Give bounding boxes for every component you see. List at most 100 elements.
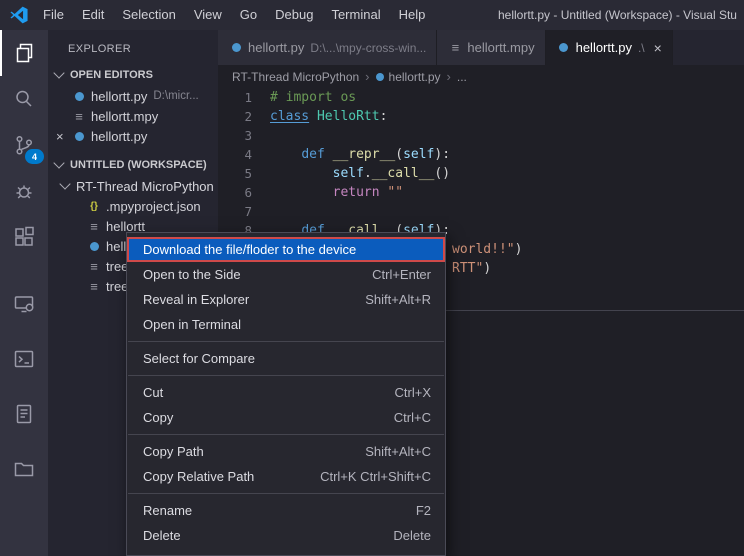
explorer-title: EXPLORER	[48, 30, 218, 64]
titlebar: FileEditSelectionViewGoDebugTerminalHelp…	[0, 0, 744, 30]
code-line: 6 return ""	[218, 183, 744, 202]
close-icon[interactable]: ×	[52, 129, 71, 144]
file-item-mpyproject-json[interactable]: {} .mpyproject.json	[48, 196, 218, 216]
open-editor-desc: D:\micr...	[153, 90, 198, 102]
activity-debug-button[interactable]	[0, 168, 48, 214]
open-editors-header[interactable]: OPEN EDITORS	[48, 64, 218, 86]
context-menu: Download the file/floder to the deviceOp…	[126, 232, 446, 556]
context-menu-item-cut[interactable]: CutCtrl+X	[127, 380, 445, 405]
extensions-icon	[12, 225, 36, 249]
code-text: # import os	[270, 88, 356, 107]
breadcrumb-item[interactable]: hellortt.py	[389, 70, 441, 84]
activity-device-button[interactable]	[0, 281, 48, 327]
line-number: 6	[218, 183, 252, 202]
json-file-icon: {}	[86, 201, 102, 212]
tab-label: hellortt.mpy	[467, 40, 534, 55]
line-number: 1	[218, 88, 252, 107]
files-icon	[13, 41, 37, 65]
code-text: def __repr__(self):	[270, 145, 450, 164]
line-number: 3	[218, 126, 252, 145]
code-text: return ""	[270, 183, 403, 202]
workspace-header[interactable]: UNTITLED (WORKSPACE)	[48, 154, 218, 176]
tab-hellortt-mpy-1[interactable]: ≡hellortt.mpy	[437, 30, 545, 65]
vscode-logo-icon	[10, 6, 28, 24]
menu-selection[interactable]: Selection	[113, 0, 184, 30]
breadcrumb-item[interactable]: ...	[457, 70, 467, 84]
chevron-right-icon: ›	[447, 69, 451, 84]
context-menu-item-reveal-in-explorer[interactable]: Reveal in ExplorerShift+Alt+R	[127, 287, 445, 312]
activity-explorer-button[interactable]	[0, 30, 48, 76]
breadcrumb-item[interactable]: RT-Thread MicroPython	[232, 70, 359, 84]
scm-badge: 4	[25, 149, 44, 164]
activity-extensions-button[interactable]	[0, 214, 48, 260]
python-file-icon	[556, 43, 572, 52]
open-editors-list: ×hellortt.pyD:\micr...×≡hellortt.mpy×hel…	[48, 86, 218, 146]
file-lines-icon: ≡	[71, 109, 87, 124]
code-line: 4 def __repr__(self):	[218, 145, 744, 164]
code-line: 7	[218, 202, 744, 221]
activity-search-button[interactable]	[0, 76, 48, 122]
debug-icon	[12, 179, 36, 203]
context-menu-item-select-for-compare[interactable]: Select for Compare	[127, 346, 445, 371]
context-menu-item-open-to-the-side[interactable]: Open to the SideCtrl+Enter	[127, 262, 445, 287]
python-file-icon	[228, 43, 244, 52]
menu-view[interactable]: View	[185, 0, 231, 30]
open-editor-item[interactable]: × hellortt.py	[48, 126, 218, 146]
code-line: 5 self.__call__()	[218, 164, 744, 183]
tab-label: hellortt.py	[248, 40, 304, 55]
file-name: .mpyproject.json	[106, 199, 201, 214]
python-file-icon	[71, 92, 87, 101]
window-title: hellortt.py - Untitled (Workspace) - Vis…	[498, 0, 737, 30]
menubar: FileEditSelectionViewGoDebugTerminalHelp	[34, 0, 434, 30]
activity-source-control-button[interactable]: 4	[0, 122, 48, 168]
shortcut-label: Shift+Alt+R	[365, 292, 431, 307]
menu-help[interactable]: Help	[390, 0, 435, 30]
context-menu-item-delete[interactable]: DeleteDelete	[127, 523, 445, 548]
context-menu-item-copy-relative-path[interactable]: Copy Relative PathCtrl+K Ctrl+Shift+C	[127, 464, 445, 489]
code-line: 1 # import os	[218, 88, 744, 107]
chevron-down-icon	[59, 178, 70, 189]
activity-folder-button[interactable]	[0, 446, 48, 492]
activity-terminal-button[interactable]	[0, 336, 48, 382]
open-editor-name: hellortt.py	[91, 129, 147, 144]
close-icon[interactable]: ×	[654, 40, 662, 56]
activity-bar: 4	[0, 30, 48, 556]
terminal-icon	[12, 347, 36, 371]
menu-debug[interactable]: Debug	[266, 0, 322, 30]
open-editor-item[interactable]: ×hellortt.pyD:\micr...	[48, 86, 218, 106]
folder-rt-thread-micropython[interactable]: RT-Thread MicroPython	[48, 176, 218, 196]
python-file-icon	[376, 73, 384, 81]
shortcut-label: Ctrl+Enter	[372, 267, 431, 282]
open-editor-item[interactable]: ×≡hellortt.mpy	[48, 106, 218, 126]
context-menu-item-copy-path[interactable]: Copy PathShift+Alt+C	[127, 439, 445, 464]
chevron-right-icon: ›	[365, 69, 369, 84]
tab-description: .\	[638, 41, 645, 55]
context-menu-item-rename[interactable]: RenameF2	[127, 498, 445, 523]
code-text: self.__call__()	[270, 164, 450, 183]
open-editor-name: hellortt.mpy	[91, 109, 158, 124]
tab-description: D:\...\mpy-cross-win...	[310, 41, 426, 55]
menu-separator	[128, 341, 444, 342]
context-menu-item-open-in-terminal[interactable]: Open in Terminal	[127, 312, 445, 337]
menu-separator	[128, 375, 444, 376]
line-number: 4	[218, 145, 252, 164]
menu-edit[interactable]: Edit	[73, 0, 113, 30]
context-menu-item-copy[interactable]: CopyCtrl+C	[127, 405, 445, 430]
menu-terminal[interactable]: Terminal	[322, 0, 389, 30]
breadcrumb: RT-Thread MicroPython › hellortt.py ›...	[218, 65, 744, 88]
menu-file[interactable]: File	[34, 0, 73, 30]
shortcut-label: Shift+Alt+C	[365, 444, 431, 459]
shortcut-label: Delete	[393, 528, 431, 543]
tab-hellortt-py-0[interactable]: hellortt.py D:\...\mpy-cross-win...	[218, 30, 437, 65]
output-document-icon	[12, 402, 36, 426]
file-lines-icon: ≡	[86, 219, 102, 234]
tab-hellortt-py-2[interactable]: hellortt.py.\×	[546, 30, 673, 65]
menu-separator	[128, 434, 444, 435]
python-file-icon	[86, 242, 102, 251]
menu-go[interactable]: Go	[231, 0, 266, 30]
open-editor-name: hellortt.py	[91, 89, 147, 104]
folder-icon	[12, 457, 36, 481]
context-menu-item-download-the-file-floder-to-the-device[interactable]: Download the file/floder to the device	[127, 237, 445, 262]
activity-output-button[interactable]	[0, 391, 48, 437]
shortcut-label: Ctrl+C	[394, 410, 431, 425]
